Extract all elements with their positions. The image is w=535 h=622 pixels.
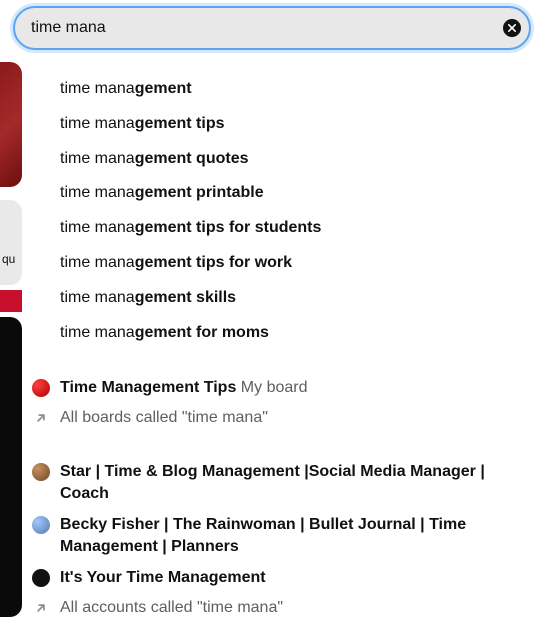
all-boards-label: All boards called "time mana" [60,409,268,427]
arrow-up-right-icon [34,601,48,615]
close-icon [508,24,516,32]
account-name: It's Your Time Management [60,569,266,586]
suggestion-prefix: time mana [60,289,135,306]
board-suffix: My board [236,379,307,396]
search-suggestion[interactable]: time management skills [60,281,515,316]
background-label: qu [2,252,15,266]
account-result[interactable]: Becky Fisher | The Rainwoman | Bullet Jo… [32,509,519,562]
all-accounts-label: All accounts called "time mana" [60,599,283,617]
search-suggestion[interactable]: time management for moms [60,316,515,351]
suggestion-prefix: time mana [60,80,135,97]
background-image [0,62,22,187]
account-result[interactable]: Star | Time & Blog Management |Social Me… [32,456,519,509]
account-name: Star | Time & Blog Management |Social Me… [60,463,485,502]
clear-search-button[interactable] [503,19,521,37]
suggestion-prefix: time mana [60,254,135,271]
board-avatar [32,379,50,397]
search-dropdown: time managementtime management tipstime … [22,54,535,622]
suggestion-prefix: time mana [60,324,135,341]
background-bar [0,290,22,312]
account-avatar [32,463,50,481]
account-name: Becky Fisher | The Rainwoman | Bullet Jo… [60,516,466,555]
suggestion-completion: gement quotes [135,150,249,167]
board-name: Time Management Tips [60,379,236,396]
arrow-up-right-icon [34,411,48,425]
suggestion-prefix: time mana [60,219,135,236]
suggestion-completion: gement skills [135,289,236,306]
background-content: qu [0,0,22,622]
arrow-icon-wrap [32,599,50,617]
people-section: Star | Time & Blog Management |Social Me… [22,456,535,622]
suggestion-completion: gement printable [135,184,264,201]
background-image [0,200,22,285]
search-suggestion[interactable]: time management [60,72,515,107]
suggestions-list: time managementtime management tipstime … [22,72,535,350]
suggestion-prefix: time mana [60,184,135,201]
suggestion-prefix: time mana [60,115,135,132]
search-suggestion[interactable]: time management printable [60,176,515,211]
search-suggestion[interactable]: time management quotes [60,142,515,177]
search-bar [13,6,531,50]
search-suggestion[interactable]: time management tips for students [60,211,515,246]
suggestion-completion: gement tips for students [135,219,322,236]
search-suggestion[interactable]: time management tips for work [60,246,515,281]
search-pill[interactable] [13,6,531,50]
search-input[interactable] [31,19,503,37]
suggestion-completion: gement for moms [135,324,269,341]
search-suggestion[interactable]: time management tips [60,107,515,142]
suggestion-prefix: time mana [60,150,135,167]
all-accounts-link[interactable]: All accounts called "time mana" [32,594,519,622]
board-result[interactable]: Time Management Tips My board [32,372,519,404]
account-avatar [32,516,50,534]
all-boards-link[interactable]: All boards called "time mana" [32,404,519,432]
boards-section: Time Management Tips My board All boards … [22,372,535,432]
background-image [0,317,22,617]
account-avatar [32,569,50,587]
suggestion-completion: gement tips for work [135,254,292,271]
suggestion-completion: gement [135,80,192,97]
account-result[interactable]: It's Your Time Management [32,562,519,594]
suggestion-completion: gement tips [135,115,225,132]
arrow-icon-wrap [32,409,50,427]
